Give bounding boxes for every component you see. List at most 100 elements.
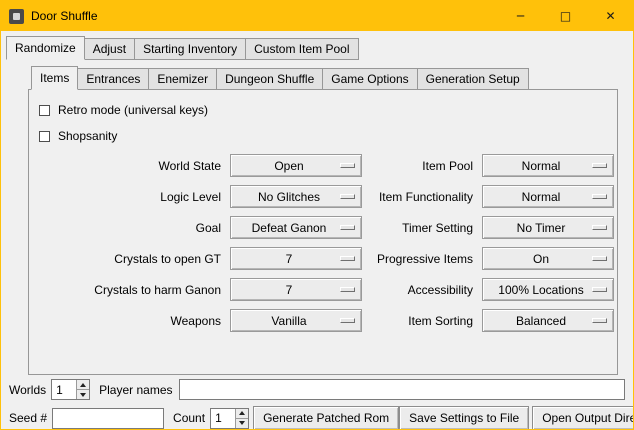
- progressive-items-dropdown[interactable]: On: [482, 247, 614, 270]
- worlds-spin-up-button[interactable]: [77, 380, 89, 390]
- tab-adjust[interactable]: Adjust: [84, 38, 135, 60]
- titlebar: Door Shuffle ─ □ ✕: [1, 1, 633, 31]
- accessibility-value: 100% Locations: [498, 283, 597, 297]
- arrow-up-icon: [80, 383, 86, 387]
- shopsanity-checkbox[interactable]: [39, 131, 50, 142]
- world-state-value: Open: [274, 159, 317, 173]
- progressive-items-label: Progressive Items: [369, 252, 475, 266]
- retro-mode-label: Retro mode (universal keys): [58, 103, 208, 117]
- close-button[interactable]: ✕: [588, 1, 633, 31]
- item-sorting-dropdown[interactable]: Balanced: [482, 309, 614, 332]
- caption-buttons: ─ □ ✕: [498, 1, 633, 31]
- retro-mode-checkbox-row[interactable]: Retro mode (universal keys): [39, 102, 609, 118]
- world-state-dropdown[interactable]: Open: [230, 154, 362, 177]
- randomize-notebook: Items Entrances Enemizer Dungeon Shuffle…: [28, 66, 618, 375]
- main-tab-bar: Randomize Adjust Starting Inventory Cust…: [6, 36, 633, 60]
- dropdown-indicator-icon: [592, 194, 607, 199]
- goal-label: Goal: [41, 221, 223, 235]
- item-sorting-label: Item Sorting: [369, 314, 475, 328]
- timer-setting-label: Timer Setting: [369, 221, 475, 235]
- item-pool-dropdown[interactable]: Normal: [482, 154, 614, 177]
- count-spin-up-button[interactable]: [236, 409, 248, 419]
- seed-row: Seed # Count Generate Patched Rom Save S…: [9, 406, 626, 429]
- accessibility-label: Accessibility: [369, 283, 475, 297]
- window: Door Shuffle ─ □ ✕ Randomize Adjust Star…: [0, 0, 634, 430]
- item-functionality-value: Normal: [522, 190, 575, 204]
- crystals-harm-ganon-value: 7: [286, 283, 307, 297]
- minimize-icon: ─: [517, 9, 524, 23]
- dropdown-indicator-icon: [592, 318, 607, 323]
- world-state-label: World State: [41, 159, 223, 173]
- items-panel: Retro mode (universal keys) Shopsanity W…: [28, 89, 618, 375]
- worlds-row: Worlds Player names: [9, 379, 626, 400]
- options-grid: World State Open Item Pool Normal Logic …: [41, 154, 609, 332]
- crystals-harm-ganon-label: Crystals to harm Ganon: [41, 283, 223, 297]
- item-functionality-label: Item Functionality: [369, 190, 475, 204]
- count-spin-arrows: [235, 409, 248, 428]
- tab-generation-setup[interactable]: Generation Setup: [417, 68, 529, 90]
- worlds-spinbox[interactable]: [51, 379, 90, 400]
- tab-game-options[interactable]: Game Options: [322, 68, 417, 90]
- retro-mode-checkbox[interactable]: [39, 105, 50, 116]
- tab-entrances[interactable]: Entrances: [77, 68, 149, 90]
- crystals-open-gt-value: 7: [286, 252, 307, 266]
- weapons-dropdown[interactable]: Vanilla: [230, 309, 362, 332]
- sub-tab-bar: Items Entrances Enemizer Dungeon Shuffle…: [31, 66, 618, 90]
- weapons-label: Weapons: [41, 314, 223, 328]
- progressive-items-value: On: [533, 252, 563, 266]
- item-pool-label: Item Pool: [369, 159, 475, 173]
- generate-patched-rom-button[interactable]: Generate Patched Rom: [253, 406, 399, 429]
- close-icon: ✕: [605, 9, 615, 23]
- dropdown-indicator-icon: [592, 163, 607, 168]
- tab-dungeon-shuffle[interactable]: Dungeon Shuffle: [216, 68, 323, 90]
- app-icon: [9, 9, 24, 24]
- goal-dropdown[interactable]: Defeat Ganon: [230, 216, 362, 239]
- accessibility-dropdown[interactable]: 100% Locations: [482, 278, 614, 301]
- count-input[interactable]: [211, 409, 235, 428]
- arrow-up-icon: [239, 411, 245, 415]
- seed-label: Seed #: [9, 411, 47, 425]
- tab-starting-inventory[interactable]: Starting Inventory: [134, 38, 246, 60]
- shopsanity-label: Shopsanity: [58, 129, 117, 143]
- dropdown-indicator-icon: [340, 287, 355, 292]
- dropdown-indicator-icon: [592, 256, 607, 261]
- count-spinbox[interactable]: [210, 408, 249, 429]
- seed-input[interactable]: [52, 408, 164, 429]
- crystals-open-gt-dropdown[interactable]: 7: [230, 247, 362, 270]
- weapons-value: Vanilla: [271, 314, 320, 328]
- window-title: Door Shuffle: [31, 9, 98, 23]
- logic-level-label: Logic Level: [41, 190, 223, 204]
- count-spin-down-button[interactable]: [236, 419, 248, 428]
- dropdown-indicator-icon: [340, 318, 355, 323]
- client-area: Randomize Adjust Starting Inventory Cust…: [1, 31, 633, 429]
- save-settings-button[interactable]: Save Settings to File: [399, 406, 529, 429]
- player-names-label: Player names: [99, 383, 172, 397]
- dropdown-indicator-icon: [592, 225, 607, 230]
- worlds-spin-arrows: [76, 380, 89, 399]
- worlds-input[interactable]: [52, 380, 76, 399]
- tab-items[interactable]: Items: [31, 66, 78, 90]
- timer-setting-dropdown[interactable]: No Timer: [482, 216, 614, 239]
- maximize-button[interactable]: □: [543, 1, 588, 31]
- tab-randomize[interactable]: Randomize: [6, 36, 85, 60]
- bottom-bar: Worlds Player names Seed # Count: [1, 375, 633, 429]
- tab-enemizer[interactable]: Enemizer: [148, 68, 217, 90]
- timer-setting-value: No Timer: [517, 221, 580, 235]
- item-functionality-dropdown[interactable]: Normal: [482, 185, 614, 208]
- shopsanity-checkbox-row[interactable]: Shopsanity: [39, 128, 609, 144]
- crystals-open-gt-label: Crystals to open GT: [41, 252, 223, 266]
- logic-level-dropdown[interactable]: No Glitches: [230, 185, 362, 208]
- crystals-harm-ganon-dropdown[interactable]: 7: [230, 278, 362, 301]
- worlds-label: Worlds: [9, 383, 46, 397]
- tab-custom-item-pool[interactable]: Custom Item Pool: [245, 38, 358, 60]
- dropdown-indicator-icon: [340, 194, 355, 199]
- item-pool-value: Normal: [522, 159, 575, 173]
- open-output-directory-button[interactable]: Open Output Directory: [532, 406, 633, 429]
- count-label: Count: [173, 411, 205, 425]
- player-names-input[interactable]: [179, 379, 626, 400]
- worlds-spin-down-button[interactable]: [77, 390, 89, 399]
- arrow-down-icon: [80, 393, 86, 397]
- arrow-down-icon: [239, 421, 245, 425]
- minimize-button[interactable]: ─: [498, 1, 543, 31]
- dropdown-indicator-icon: [592, 287, 607, 292]
